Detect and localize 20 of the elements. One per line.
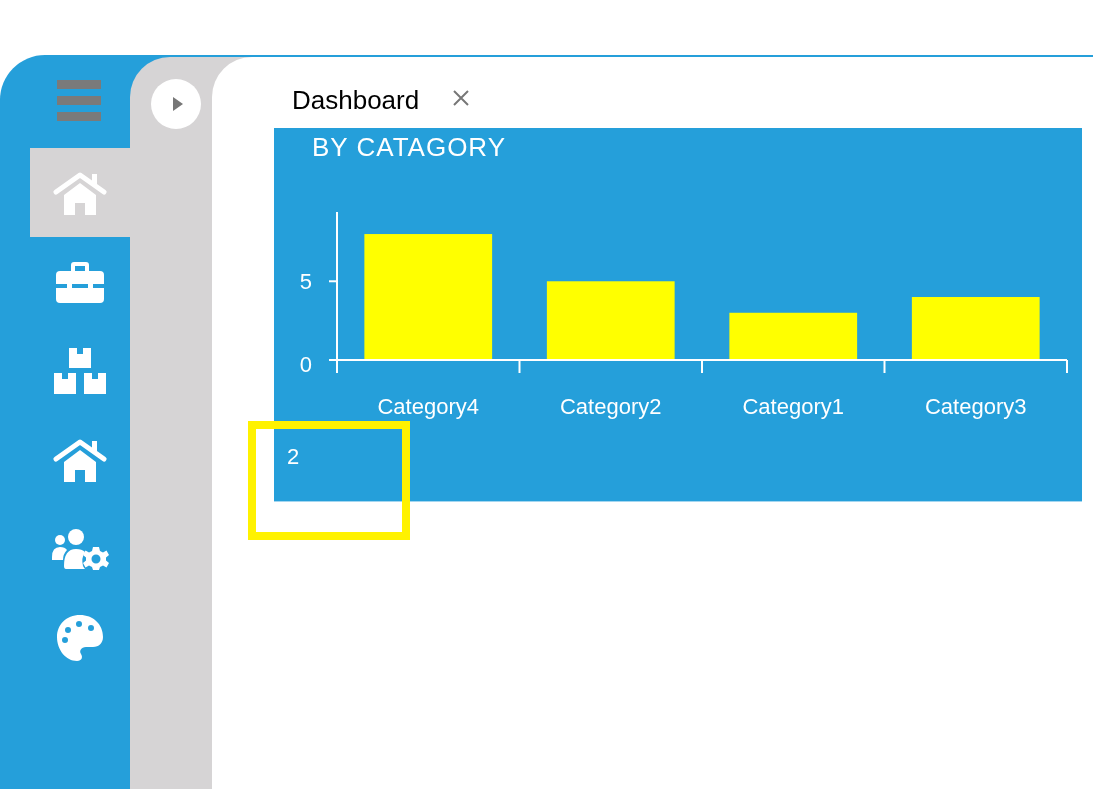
boxes-icon (54, 347, 106, 394)
close-button[interactable] (453, 90, 470, 106)
toolbox-icon (56, 260, 104, 303)
category-label: Category3 (925, 394, 1027, 419)
palette-icon (57, 614, 103, 661)
house-icon (53, 170, 107, 215)
footer-text: 2 (287, 444, 300, 470)
users-gear-icon (51, 527, 109, 570)
tab[interactable]: Dashboard (292, 85, 470, 115)
caret-icon (172, 97, 183, 111)
expand-button[interactable] (151, 79, 201, 129)
panel-title: BY CATAGORY (311, 132, 506, 162)
menu-icon (57, 80, 101, 121)
axis-tick-label: 0 (299, 352, 312, 377)
category-label: Category1 (742, 394, 844, 419)
axis-tick-label: 5 (299, 269, 312, 295)
category-label: Category2 (560, 394, 662, 419)
close-icon (453, 90, 470, 106)
category-label: Category4 (377, 394, 479, 419)
house-icon (53, 437, 107, 482)
